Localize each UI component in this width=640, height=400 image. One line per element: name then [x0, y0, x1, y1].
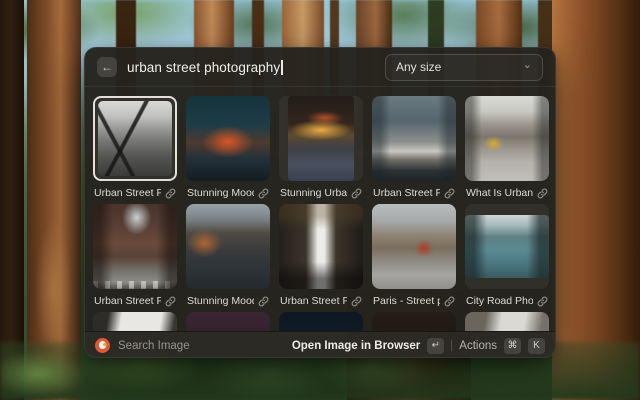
link-icon: [258, 296, 269, 307]
link-icon: [165, 296, 176, 307]
result-caption: Stunning Moody...: [187, 295, 254, 307]
thumbnail-image: [93, 312, 177, 331]
result-caption-row: Stunning Urban In...: [279, 186, 363, 200]
result-caption: Urban Street Phot...: [94, 187, 161, 199]
result-item-partial[interactable]: [93, 312, 177, 331]
result-caption-row: Urban Street Phot...: [372, 186, 456, 200]
thumbnail: [279, 204, 363, 289]
divider: [451, 340, 452, 351]
thumbnail-image: [465, 312, 549, 331]
thumbnail: [279, 312, 363, 331]
link-icon: [258, 188, 269, 199]
search-bar: ← urban street photography Any size ⌄: [85, 48, 555, 87]
result-item[interactable]: Urban Street Phot...: [93, 96, 177, 200]
result-caption: Paris - Street pho...: [373, 295, 440, 307]
thumbnail-image: [186, 96, 270, 181]
thumbnail: [465, 312, 549, 331]
duckduckgo-icon: [95, 338, 110, 353]
result-caption: Urban Street Phot...: [373, 187, 440, 199]
thumbnail: [372, 204, 456, 289]
return-key-badge: ↵: [427, 338, 444, 354]
arrow-left-icon: ←: [101, 57, 113, 77]
result-caption: Stunning Urban In...: [280, 187, 347, 199]
result-caption-row: Urban Street Phot...: [279, 294, 363, 308]
thumbnail: [372, 312, 456, 331]
raycast-search-window: ← urban street photography Any size ⌄ Ur…: [84, 47, 556, 358]
link-icon: [165, 188, 176, 199]
thumbnail: [93, 204, 177, 289]
command-key-badge: ⌘: [504, 338, 521, 354]
result-item[interactable]: Stunning Moody...: [186, 204, 270, 308]
thumbnail: [93, 312, 177, 331]
result-item[interactable]: Paris - Street pho...: [372, 204, 456, 308]
extension-label: Search Image: [118, 340, 190, 352]
thumbnail-image: [98, 101, 172, 176]
result-item-partial[interactable]: [372, 312, 456, 331]
result-item-partial[interactable]: [186, 312, 270, 331]
link-icon: [351, 296, 362, 307]
thumbnail-image: [465, 215, 549, 278]
thumbnail-image: [372, 96, 456, 181]
thumbnail-image: [279, 204, 363, 289]
result-caption-row: Urban Street Phot...: [93, 186, 177, 200]
result-item-partial[interactable]: [465, 312, 549, 331]
thumbnail: [186, 312, 270, 331]
thumbnail-image: [186, 312, 270, 331]
result-caption-row: Urban Street Phot...: [93, 294, 177, 308]
thumbnail: [372, 96, 456, 181]
link-icon: [537, 188, 548, 199]
result-caption-row: Paris - Street pho...: [372, 294, 456, 308]
thumbnail-image: [186, 204, 270, 289]
thumbnail: [465, 204, 549, 289]
result-caption: City Road Photog...: [466, 295, 533, 307]
size-filter-dropdown[interactable]: Any size ⌄: [385, 54, 543, 81]
thumbnail-image: [279, 312, 363, 331]
thumbnail: [279, 96, 363, 181]
thumbnail: [186, 96, 270, 181]
action-bar-right: Open Image in Browser ↵ Actions ⌘ K: [292, 338, 545, 354]
actions-button[interactable]: Actions: [459, 340, 497, 352]
result-item[interactable]: Urban Street Phot...: [279, 204, 363, 308]
link-icon: [537, 296, 548, 307]
result-item-partial[interactable]: [279, 312, 363, 331]
result-item[interactable]: City Road Photog...: [465, 204, 549, 308]
result-caption-row: City Road Photog...: [465, 294, 549, 308]
result-caption: Urban Street Phot...: [280, 295, 347, 307]
link-icon: [351, 188, 362, 199]
result-item[interactable]: Stunning Moody...: [186, 96, 270, 200]
result-caption: What Is Urban La...: [466, 187, 533, 199]
result-caption-row: What Is Urban La...: [465, 186, 549, 200]
result-caption: Urban Street Phot...: [94, 295, 161, 307]
results-grid: Urban Street Phot... Stunning Moody... Stu…: [85, 87, 555, 331]
thumbnail-image: [288, 96, 354, 181]
k-key-badge: K: [528, 338, 545, 354]
thumbnail-image: [465, 96, 549, 181]
result-item[interactable]: What Is Urban La...: [465, 96, 549, 200]
action-bar: Search Image Open Image in Browser ↵ Act…: [85, 331, 555, 358]
link-icon: [444, 188, 455, 199]
size-filter-value: Any size: [396, 60, 517, 74]
thumbnail-image: [93, 204, 177, 289]
chevron-down-icon: ⌄: [523, 60, 532, 71]
thumbnail: [93, 96, 177, 181]
thumbnail-image: [372, 204, 456, 289]
back-button[interactable]: ←: [97, 57, 117, 77]
link-icon: [444, 296, 455, 307]
thumbnail: [465, 96, 549, 181]
thumbnail-image: [372, 312, 456, 331]
primary-action-label[interactable]: Open Image in Browser: [292, 340, 420, 352]
search-query-text: urban street photography: [127, 60, 280, 75]
thumbnail: [186, 204, 270, 289]
result-item[interactable]: Urban Street Phot...: [93, 204, 177, 308]
result-caption: Stunning Moody...: [187, 187, 254, 199]
result-caption-row: Stunning Moody...: [186, 294, 270, 308]
search-input[interactable]: urban street photography: [127, 60, 375, 75]
result-item[interactable]: Urban Street Phot...: [372, 96, 456, 200]
text-caret: [281, 60, 283, 75]
result-item[interactable]: Stunning Urban In...: [279, 96, 363, 200]
result-caption-row: Stunning Moody...: [186, 186, 270, 200]
